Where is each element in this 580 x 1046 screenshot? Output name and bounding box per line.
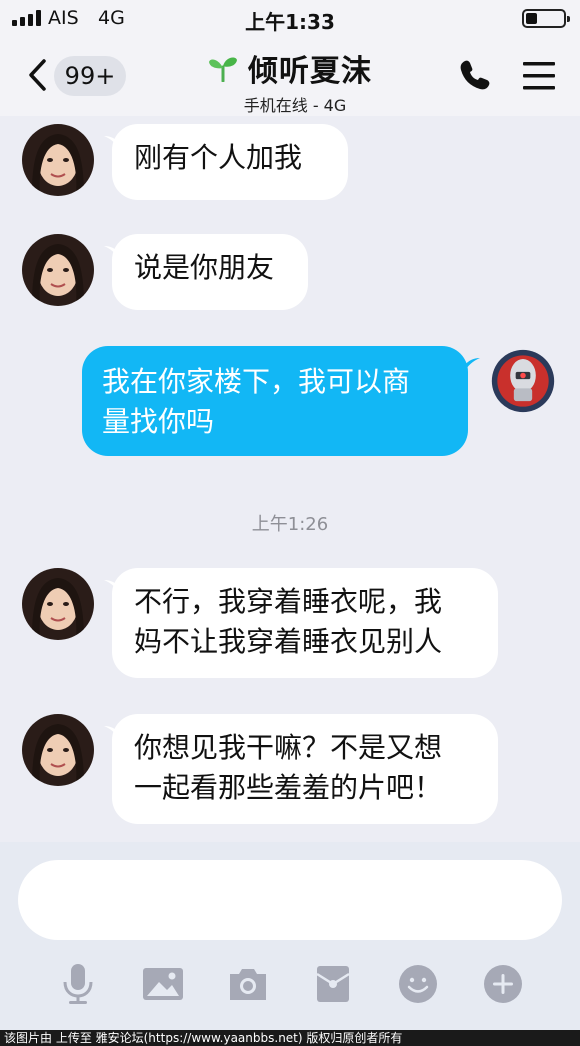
- message-text-line: 不行，我穿着睡衣呢，我: [134, 585, 443, 618]
- microphone-icon[interactable]: [56, 962, 100, 1006]
- message-text-line: 刚有个人加我: [134, 141, 303, 174]
- message-bubble[interactable]: 说是你朋友: [112, 234, 308, 310]
- contact-avatar[interactable]: [22, 714, 94, 786]
- contact-name: 倾听夏沫: [248, 54, 372, 89]
- message-text-line: 你想见我干嘛？不是又想: [134, 731, 443, 764]
- contact-status: 手机在线 - 4G: [243, 96, 347, 115]
- contact-avatar[interactable]: [22, 234, 94, 306]
- watermark-caption: 该图片由 上传至 雅安论坛(https://www.yaanbbs.net) 版…: [0, 1030, 580, 1046]
- my-avatar[interactable]: [490, 348, 556, 414]
- time-divider: 上午1:26: [251, 514, 329, 535]
- message-text-line: 量找你吗: [102, 405, 215, 438]
- input-area: [0, 842, 580, 1030]
- status-clock: 上午1:33: [245, 10, 335, 34]
- message-text-line: 我在你家楼下，我可以商: [102, 365, 411, 398]
- red-packet-icon[interactable]: [311, 962, 355, 1006]
- message-outgoing: 我在你家楼下，我可以商 量找你吗: [0, 340, 580, 460]
- message-text-line: 妈不让我穿着睡衣见别人: [134, 625, 443, 658]
- message-bubble[interactable]: 你想见我干嘛？不是又想 一起看那些羞羞的片吧！: [112, 714, 498, 824]
- emoji-icon[interactable]: [396, 962, 440, 1006]
- battery-icon: [522, 9, 570, 28]
- message-incoming: 刚有个人加我: [0, 116, 580, 216]
- message-bubble[interactable]: 我在你家楼下，我可以商 量找你吗: [82, 346, 468, 456]
- sprout-icon: [209, 57, 237, 82]
- phone-icon[interactable]: [458, 58, 492, 92]
- message-bubble[interactable]: 刚有个人加我: [112, 124, 348, 200]
- message-incoming: 不行，我穿着睡衣呢，我 妈不让我穿着睡衣见别人: [0, 560, 580, 690]
- status-bar: AIS 4G 上午1:33: [0, 0, 580, 36]
- contact-avatar[interactable]: [22, 568, 94, 640]
- camera-icon[interactable]: [226, 962, 270, 1006]
- picture-icon[interactable]: [141, 962, 185, 1006]
- message-incoming: 说是你朋友: [0, 226, 580, 326]
- plus-icon[interactable]: [481, 962, 525, 1006]
- nav-bar: 99+ 倾听夏沫 手机在线 - 4G: [0, 36, 580, 116]
- message-text-line: 一起看那些羞羞的片吧！: [134, 771, 443, 804]
- message-bubble[interactable]: 不行，我穿着睡衣呢，我 妈不让我穿着睡衣见别人: [112, 568, 498, 678]
- message-input[interactable]: [18, 860, 562, 940]
- menu-icon[interactable]: [522, 60, 556, 92]
- contact-avatar[interactable]: [22, 124, 94, 196]
- message-text-line: 说是你朋友: [134, 251, 275, 284]
- contact-title[interactable]: 倾听夏沫 手机在线 - 4G: [0, 46, 580, 116]
- battery-fill: [526, 13, 537, 24]
- message-incoming: 你想见我干嘛？不是又想 一起看那些羞羞的片吧！: [0, 706, 580, 836]
